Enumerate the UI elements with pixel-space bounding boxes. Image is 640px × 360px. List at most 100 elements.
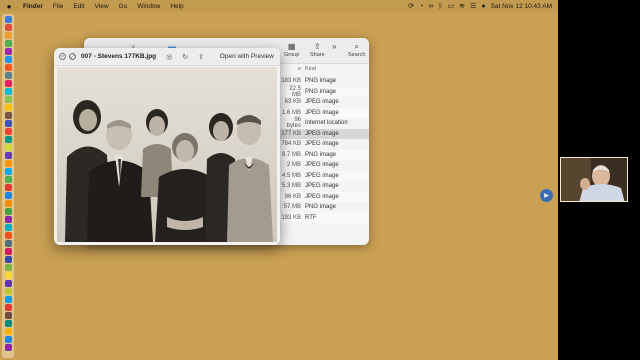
dock-app-icon[interactable] xyxy=(4,96,12,103)
file-row[interactable]: 22.5 MB PNG image xyxy=(279,86,369,98)
zoom-video-icon[interactable]: ▶ xyxy=(540,189,553,202)
webcam-tile[interactable] xyxy=(560,157,628,202)
dock-app-icon[interactable] xyxy=(4,48,12,55)
file-row[interactable]: 57 MB PNG image xyxy=(279,202,369,213)
size-column-header[interactable]: e xyxy=(279,66,305,72)
close-icon[interactable]: × xyxy=(59,53,66,60)
dock-app-icon[interactable] xyxy=(4,64,12,71)
menu-window[interactable]: Window xyxy=(132,3,165,10)
messages-icon[interactable]: ◔ xyxy=(419,3,423,10)
rotate-icon[interactable]: ↻ xyxy=(182,53,188,61)
dock-app-icon[interactable] xyxy=(4,256,12,263)
quick-look-window: × ⤢ 007 - Stevens 177KB.jpg ◎ ↻ ⇪ Open w… xyxy=(54,48,280,245)
file-row[interactable]: 2 MB JPEG image xyxy=(279,160,369,171)
menu-finder[interactable]: Finder xyxy=(18,3,48,10)
file-size: 193 KB xyxy=(281,214,301,221)
apple-icon[interactable]: ● xyxy=(0,2,18,11)
file-row[interactable]: 4.5 MB JPEG image xyxy=(279,170,369,181)
dock-app-icon[interactable] xyxy=(4,264,12,271)
menu-edit[interactable]: Edit xyxy=(68,3,89,10)
dock-app-icon[interactable] xyxy=(4,312,12,319)
battery-icon[interactable]: ▭ xyxy=(448,2,455,10)
dock-app-icon[interactable] xyxy=(4,288,12,295)
file-size: 96 KB xyxy=(284,193,301,200)
dock-app-icon[interactable] xyxy=(4,216,12,223)
dock-app-icon[interactable] xyxy=(4,128,12,135)
file-kind: JPEG image xyxy=(305,172,339,179)
menu-go[interactable]: Go xyxy=(114,3,133,10)
dock-app-icon[interactable] xyxy=(4,112,12,119)
file-kind: JPEG image xyxy=(305,99,339,106)
dock-app-icon[interactable] xyxy=(4,56,12,63)
dock-app-icon[interactable] xyxy=(4,104,12,111)
dock-app-icon[interactable] xyxy=(4,136,12,143)
file-kind: PNG image xyxy=(305,204,337,211)
dock-app-icon[interactable] xyxy=(4,80,12,87)
dock-app-icon[interactable] xyxy=(4,40,12,47)
clock[interactable]: Sat Nov 12 10:43 AM xyxy=(491,3,552,10)
file-kind: JPEG image xyxy=(305,141,339,148)
status-area: ⟳ ◔ ∞ ᛒ ▭ ≋ ☰ ● Sat Nov 12 10:43 AM xyxy=(408,2,558,11)
control-center-icon[interactable]: ☰ xyxy=(470,2,476,10)
share-button[interactable]: ⇪ Share xyxy=(310,42,325,58)
dock-app-icon[interactable] xyxy=(4,296,12,303)
dock-app-icon[interactable] xyxy=(4,344,12,351)
fullscreen-icon[interactable]: ⤢ xyxy=(69,53,76,60)
markup-icon[interactable]: ◎ xyxy=(166,53,172,61)
file-row[interactable]: 96 KB JPEG image xyxy=(279,191,369,202)
dock-app-icon[interactable] xyxy=(4,160,12,167)
dock-app-icon[interactable] xyxy=(4,304,12,311)
dock-app-icon[interactable] xyxy=(4,232,12,239)
group-button[interactable]: ▦ Group xyxy=(284,42,299,58)
menu-help[interactable]: Help xyxy=(165,3,188,10)
dock-app-icon[interactable] xyxy=(4,248,12,255)
share-icon: ⇪ xyxy=(313,42,321,51)
dock-app-icon[interactable] xyxy=(4,280,12,287)
dock-app-icon[interactable] xyxy=(4,32,12,39)
dock-app-icon[interactable] xyxy=(4,208,12,215)
dock-app-icon[interactable] xyxy=(4,72,12,79)
file-row[interactable]: 63 KB JPEG image xyxy=(279,97,369,108)
file-row[interactable]: 8.7 MB PNG image xyxy=(279,149,369,160)
kind-column-header[interactable]: Kind xyxy=(305,66,316,72)
dock-app-icon[interactable] xyxy=(4,336,12,343)
file-size: 8.7 MB xyxy=(281,151,301,158)
wifi-icon[interactable]: ≋ xyxy=(459,2,465,10)
file-kind: PNG image xyxy=(305,78,337,85)
open-with-preview-button[interactable]: Open with Preview xyxy=(220,53,274,60)
dock-app-icon[interactable] xyxy=(4,144,12,151)
bluetooth-icon[interactable]: ᛒ xyxy=(438,3,442,10)
sync-icon[interactable]: ⟳ xyxy=(408,2,414,10)
menu-file[interactable]: File xyxy=(48,3,68,10)
dock-app-icon[interactable] xyxy=(4,16,12,23)
dock-app-icon[interactable] xyxy=(4,88,12,95)
dock-app-icon[interactable] xyxy=(4,272,12,279)
file-row[interactable]: 784 KB JPEG image xyxy=(279,139,369,150)
menu-view[interactable]: View xyxy=(90,3,114,10)
creative-cloud-icon[interactable]: ∞ xyxy=(428,3,433,10)
user-icon[interactable]: ● xyxy=(481,3,485,10)
file-row[interactable]: 193 KB RTF xyxy=(279,212,369,223)
dock-app-icon[interactable] xyxy=(4,200,12,207)
share-icon[interactable]: ⇪ xyxy=(198,53,204,61)
dock-app-icon[interactable] xyxy=(4,328,12,335)
file-row[interactable]: 5.3 MB JPEG image xyxy=(279,181,369,192)
file-row[interactable]: 177 KB JPEG image xyxy=(279,128,369,139)
dock-app-icon[interactable] xyxy=(4,152,12,159)
more-button[interactable]: » xyxy=(332,42,336,52)
group-icon: ▦ xyxy=(287,42,296,51)
dock-app-icon[interactable] xyxy=(4,168,12,175)
dock-app-icon[interactable] xyxy=(4,320,12,327)
dock-app-icon[interactable] xyxy=(4,240,12,247)
search-button[interactable]: ⌕ Search xyxy=(348,42,365,58)
file-size: 2 MB xyxy=(286,162,301,169)
dock-app-icon[interactable] xyxy=(4,120,12,127)
dock-app-icon[interactable] xyxy=(4,184,12,191)
dock-app-icon[interactable] xyxy=(4,192,12,199)
preview-title: 007 - Stevens 177KB.jpg xyxy=(81,53,157,60)
quick-look-toolbar: × ⤢ 007 - Stevens 177KB.jpg ◎ ↻ ⇪ Open w… xyxy=(54,48,280,66)
dock-app-icon[interactable] xyxy=(4,224,12,231)
dock-app-icon[interactable] xyxy=(4,176,12,183)
dock-app-icon[interactable] xyxy=(4,24,12,31)
file-row[interactable]: 96 bytes Internet location xyxy=(279,117,369,129)
